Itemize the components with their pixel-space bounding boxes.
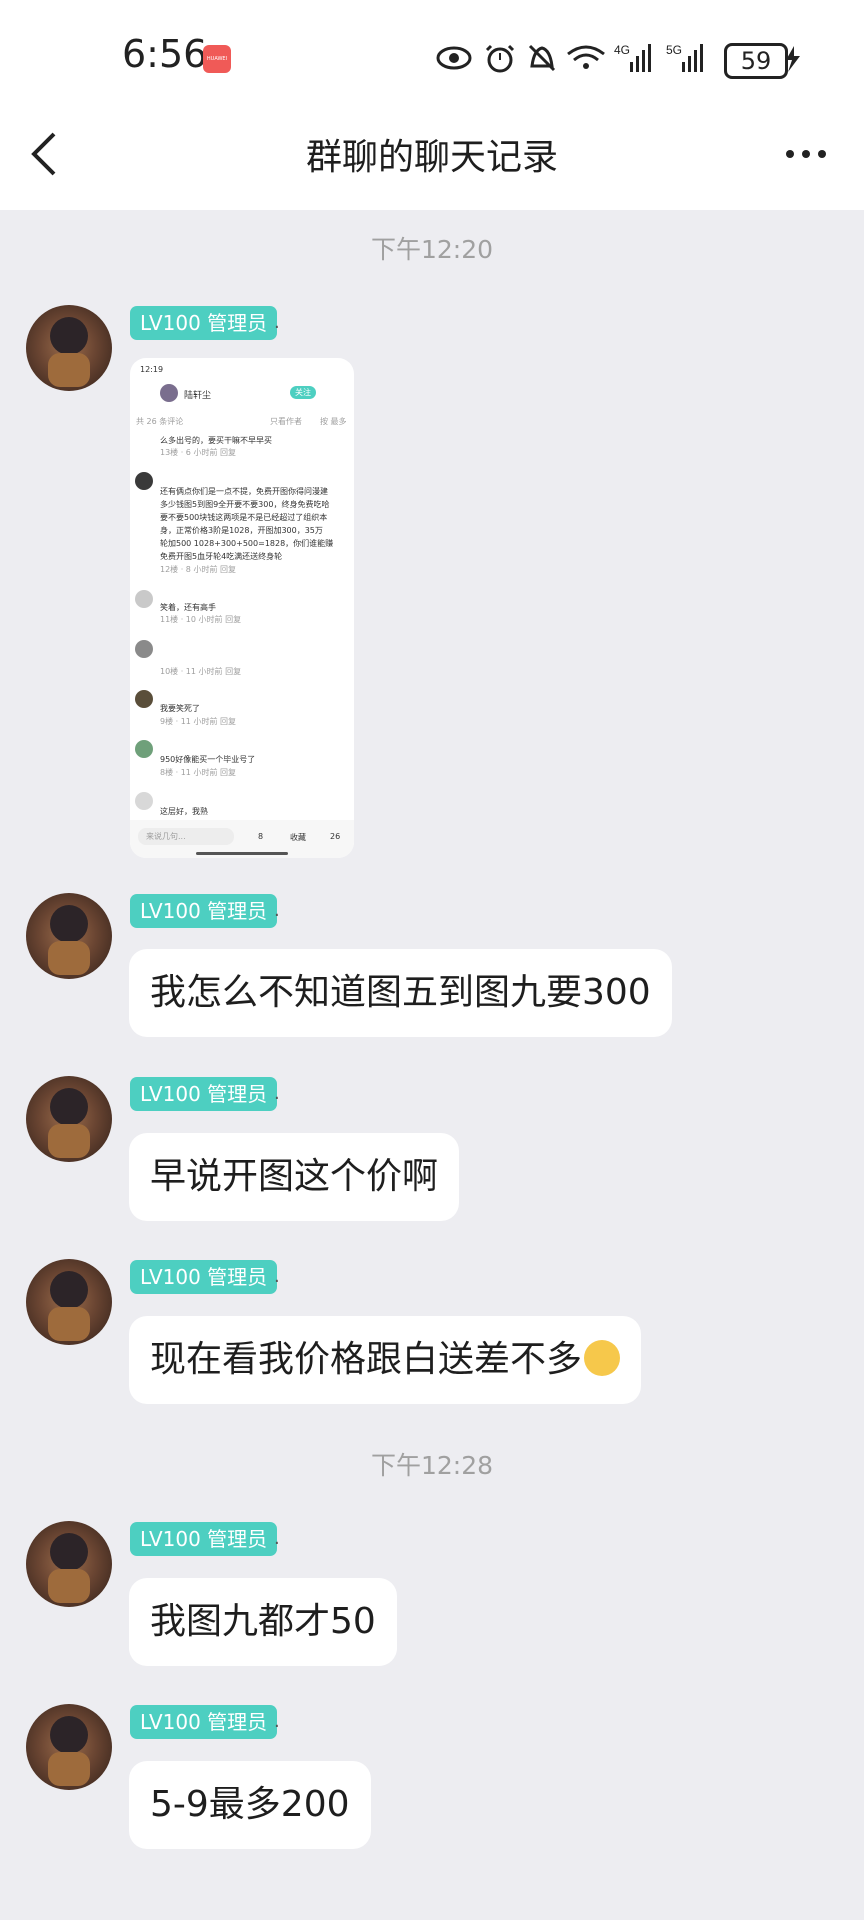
admin-tag: LV100 管理员 [130, 1260, 278, 1294]
avatar[interactable] [26, 305, 112, 391]
mini-home-indicator [196, 852, 288, 855]
mini-line: 11楼 · 10 小时前 回复 [160, 615, 242, 624]
mini-line: 10楼 · 11 小时前 回复 [160, 667, 242, 676]
mini-line: 12楼 · 8 小时前 回复 [160, 565, 236, 574]
mini-collect: 收藏 [290, 833, 306, 842]
mini-avatar [160, 384, 178, 402]
signal-4g-icon: 4G [614, 43, 651, 72]
avatar[interactable] [26, 893, 112, 979]
mini-time: 12:19 [140, 365, 164, 374]
page-title: 群聊的聊天记录 [305, 137, 558, 178]
message-bubble[interactable]: 现在看我价格跟白送差不多 [129, 1316, 642, 1404]
mini-comment-count: 共 26 条评论 [136, 417, 184, 426]
more-options-icon[interactable] [780, 140, 836, 168]
mini-line: 身，正常价格3阶是1028，开图加300，35万 [160, 526, 323, 535]
sender-name: . [274, 1083, 280, 1104]
mini-line: 么多出号的，要买干嘛不早早买 [160, 436, 272, 445]
mini-avatar [135, 740, 153, 758]
mini-line: 要不要500块钱这两项是不是已经超过了组织本 [160, 513, 328, 522]
mini-line: 13楼 · 6 小时前 回复 [160, 448, 236, 457]
charging-icon [786, 46, 800, 72]
signal-5g-icon: 5G [666, 43, 703, 72]
smirk-emoji-icon [584, 1340, 621, 1376]
message-text: 现在看我价格跟白送差不多 [150, 1339, 583, 1380]
admin-tag: LV100 管理员 [130, 1705, 278, 1739]
mini-line: 950好像能买一个毕业号了 [160, 755, 256, 764]
mini-line: 免费开图5血牙轮4吃满还送终身轮 [160, 552, 283, 561]
mini-avatar [135, 792, 153, 810]
message-timestamp: 下午12:28 [370, 1451, 494, 1480]
mini-name: 陆轩尘 [184, 391, 212, 401]
avatar[interactable] [26, 1704, 112, 1790]
mini-line: 9楼 · 11 小时前 回复 [160, 717, 236, 726]
mini-likes: 8 [258, 832, 264, 841]
mini-follow-button: 关注 [290, 386, 316, 399]
message-bubble[interactable]: 5-9最多200 [129, 1761, 371, 1849]
mini-avatar [135, 690, 153, 708]
svg-text:4G: 4G [614, 43, 630, 57]
mini-line: 笑着，还有高手 [160, 603, 216, 612]
message-bubble[interactable]: 我怎么不知道图五到图九要300 [129, 949, 672, 1037]
sender-name: . [274, 1528, 280, 1549]
mini-avatar [135, 590, 153, 608]
battery-indicator: 59 [724, 43, 788, 79]
sender-name: . [274, 312, 280, 333]
message-bubble[interactable]: 早说开图这个价啊 [129, 1133, 460, 1221]
message-timestamp: 下午12:20 [370, 235, 494, 264]
sender-name: . [274, 1266, 280, 1287]
admin-tag: LV100 管理员 [130, 894, 278, 928]
admin-tag: LV100 管理员 [130, 1077, 278, 1111]
eye-icon [436, 46, 472, 70]
mini-line: 8楼 · 11 小时前 回复 [160, 768, 236, 777]
sender-name: . [274, 1711, 280, 1732]
huawei-badge-icon: HUAWEI [203, 45, 231, 73]
mini-line: 还有俩点你们是一点不提，免费开图你得问漫建 [160, 487, 328, 496]
svg-text:5G: 5G [666, 43, 682, 57]
mini-line: 轮加500 1028+300+500=1828，你们谁能赚 [160, 539, 334, 548]
image-message[interactable]: 12:19 陆轩尘 关注 共 26 条评论 只看作者 按 最多 么多出号的，要买… [130, 358, 354, 858]
avatar[interactable] [26, 1259, 112, 1345]
alarm-icon [485, 44, 515, 73]
wifi-icon [567, 45, 605, 69]
mini-line: 这层好，我熟 [160, 807, 208, 816]
bell-muted-icon [528, 44, 556, 72]
sender-name: . [274, 900, 280, 921]
admin-tag: LV100 管理员 [130, 1522, 278, 1556]
mini-avatar [135, 472, 153, 490]
mini-line: 我要笑死了 [160, 704, 200, 713]
mini-input: 来说几句... [138, 828, 234, 845]
mini-avatar [135, 640, 153, 658]
avatar[interactable] [26, 1076, 112, 1162]
mini-only-author: 只看作者 [270, 417, 302, 426]
message-bubble[interactable]: 我图九都才50 [129, 1578, 397, 1666]
status-time: 6:56 [122, 32, 208, 76]
admin-tag: LV100 管理员 [130, 306, 278, 340]
avatar[interactable] [26, 1521, 112, 1607]
mini-comments: 26 [330, 832, 341, 841]
mini-sort: 按 最多 [320, 417, 347, 426]
mini-line: 多少钱图5到图9全开要不要300，终身免费吃哈 [160, 500, 330, 509]
